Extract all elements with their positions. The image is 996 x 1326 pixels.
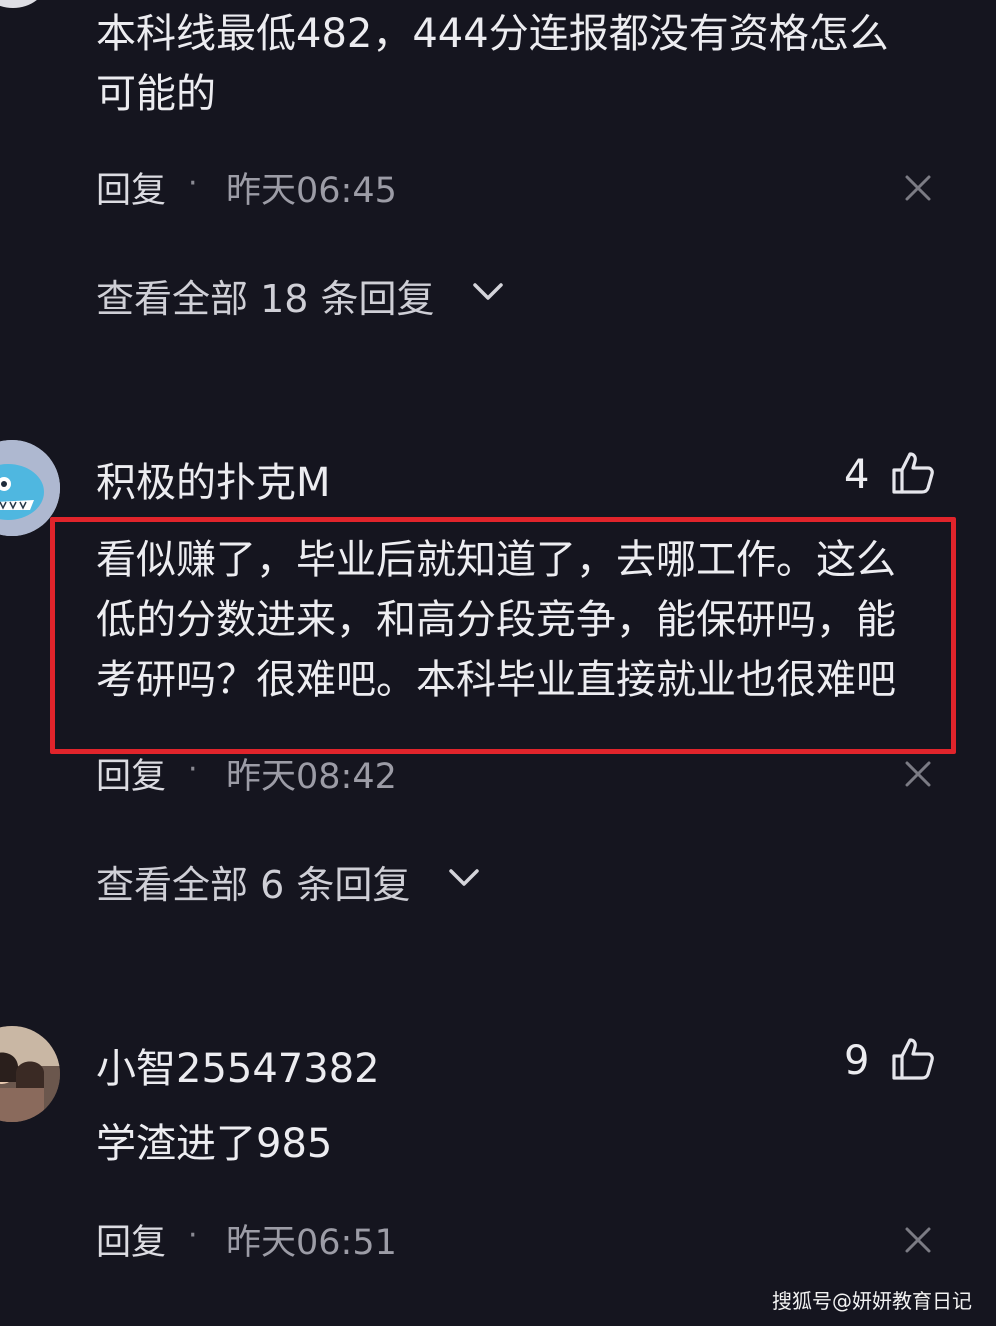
chevron-down-icon[interactable] — [472, 282, 504, 302]
comment-text-line: 可能的 — [96, 71, 216, 117]
view-all-replies-label: 查看全部 18 条回复 — [96, 277, 435, 321]
reply-button[interactable]: 回复 — [96, 748, 166, 799]
view-all-replies-label: 查看全部 6 条回复 — [96, 863, 411, 907]
comment-text-line: 低的分数进来，和高分段竞争，能保研吗，能 — [96, 597, 896, 643]
close-icon[interactable] — [904, 760, 932, 788]
close-icon[interactable] — [904, 174, 932, 202]
chevron-down-icon[interactable] — [448, 868, 480, 888]
comment-text: 学渣进了985 — [96, 1121, 333, 1167]
avatar[interactable] — [0, 1026, 60, 1122]
comment-text-line: 看似赚了，毕业后就知道了，去哪工作。这么 — [96, 537, 896, 583]
like-count: 4 — [844, 452, 870, 498]
reply-button[interactable]: 回复 — [96, 1214, 166, 1265]
avatar[interactable] — [0, 440, 60, 536]
view-all-replies-link[interactable]: 查看全部 18 条回复 — [96, 268, 435, 323]
thumbs-up-icon[interactable] — [890, 450, 936, 496]
view-all-replies-link[interactable]: 查看全部 6 条回复 — [96, 854, 410, 909]
thumbs-up-icon[interactable] — [890, 1036, 936, 1082]
timestamp: 昨天06:51 — [226, 1223, 397, 1263]
comment-text-line: 考研吗？很难吧。本科毕业直接就业也很难吧 — [96, 657, 896, 703]
watermark: 搜狐号@妍妍教育日记 — [772, 1289, 972, 1313]
separator-dot: · — [188, 166, 198, 201]
close-icon[interactable] — [904, 1226, 932, 1254]
username[interactable]: 积极的扑克M — [96, 450, 331, 508]
separator-dot: · — [188, 752, 198, 787]
timestamp: 昨天08:42 — [226, 757, 397, 797]
username[interactable]: 小智25547382 — [96, 1036, 380, 1094]
like-count: 9 — [844, 1038, 870, 1084]
separator-dot: · — [188, 1218, 198, 1253]
timestamp: 昨天06:45 — [226, 171, 397, 211]
comment-list: 本科线最低482，444分连报都没有资格怎么 可能的 回复 · 昨天06:45 … — [0, 0, 996, 1326]
avatar-top-partial[interactable] — [0, 0, 46, 8]
comment-text-line: 本科线最低482，444分连报都没有资格怎么 — [96, 11, 889, 57]
reply-button[interactable]: 回复 — [96, 162, 166, 213]
